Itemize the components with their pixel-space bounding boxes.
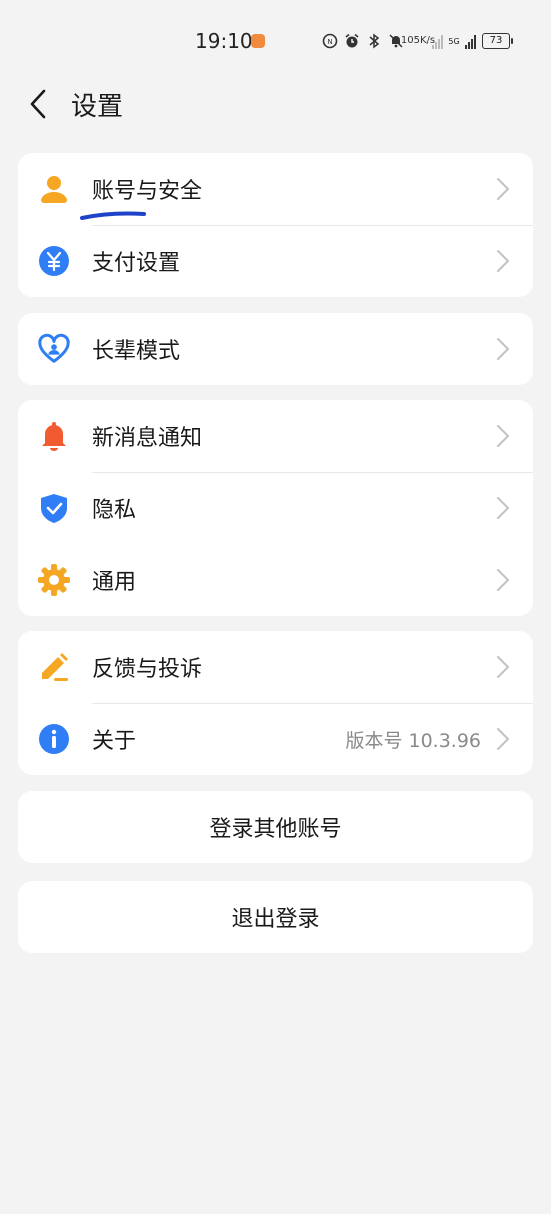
chevron-right-icon bbox=[497, 250, 509, 272]
edit-icon bbox=[38, 651, 70, 683]
settings-group-about: 反馈与投诉 关于 版本号 10.3.96 bbox=[18, 631, 533, 775]
chevron-right-icon bbox=[497, 569, 509, 591]
chevron-right-icon bbox=[497, 178, 509, 200]
yuan-icon bbox=[38, 245, 70, 277]
net-speed-value: 105 bbox=[400, 35, 420, 46]
settings-item-about[interactable]: 关于 版本号 10.3.96 bbox=[18, 703, 533, 775]
settings-item-label: 支付设置 bbox=[92, 251, 181, 276]
bell-icon bbox=[38, 420, 70, 452]
app-notification-icon bbox=[251, 34, 265, 48]
bluetooth-icon bbox=[366, 33, 382, 49]
handwritten-underline-mark bbox=[80, 211, 146, 220]
status-time: 19:10 bbox=[195, 29, 253, 53]
status-icons: N 105 K/s 5G 73 bbox=[322, 30, 513, 52]
nfc-icon: N bbox=[322, 33, 338, 49]
signal-wifi-icon bbox=[432, 33, 443, 49]
settings-item-label: 反馈与投诉 bbox=[92, 657, 203, 682]
settings-item-label: 隐私 bbox=[92, 498, 137, 523]
settings-item-label: 新消息通知 bbox=[92, 426, 203, 451]
settings-item-label: 关于 bbox=[92, 729, 137, 754]
settings-item-feedback[interactable]: 反馈与投诉 bbox=[18, 631, 533, 703]
signal-cellular-icon bbox=[465, 33, 476, 49]
network-type: 5G bbox=[448, 36, 460, 46]
settings-item-elder-mode[interactable]: 长辈模式 bbox=[18, 313, 533, 385]
chevron-right-icon bbox=[497, 656, 509, 678]
network-speed: 105 K/s bbox=[401, 33, 435, 49]
chevron-right-icon bbox=[497, 728, 509, 750]
status-bar: 19:10 N 105 K/s 5G 73 bbox=[0, 0, 551, 82]
chevron-right-icon bbox=[497, 338, 509, 360]
shield-icon bbox=[38, 492, 70, 524]
logout-button[interactable]: 退出登录 bbox=[18, 881, 533, 953]
user-icon bbox=[38, 173, 70, 205]
page-title: 设置 bbox=[71, 92, 124, 122]
back-button[interactable] bbox=[20, 84, 56, 124]
settings-group-general: 新消息通知 隐私 通用 bbox=[18, 400, 533, 616]
settings-item-privacy[interactable]: 隐私 bbox=[18, 472, 533, 544]
settings-item-label: 通用 bbox=[92, 570, 137, 595]
alarm-icon bbox=[344, 33, 360, 49]
info-icon bbox=[38, 723, 70, 755]
version-number: 版本号 10.3.96 bbox=[345, 729, 481, 752]
chevron-left-icon bbox=[30, 89, 46, 119]
settings-item-notifications[interactable]: 新消息通知 bbox=[18, 400, 533, 472]
settings-item-label: 账号与安全 bbox=[92, 179, 203, 204]
gear-icon bbox=[38, 564, 70, 596]
header: 设置 bbox=[0, 82, 551, 126]
chevron-right-icon bbox=[497, 425, 509, 447]
chevron-right-icon bbox=[497, 497, 509, 519]
switch-account-button[interactable]: 登录其他账号 bbox=[18, 791, 533, 863]
settings-item-general[interactable]: 通用 bbox=[18, 544, 533, 616]
settings-item-label: 长辈模式 bbox=[92, 339, 181, 364]
settings-item-payment[interactable]: 支付设置 bbox=[18, 225, 533, 297]
settings-group-account: 账号与安全 支付设置 bbox=[18, 153, 533, 297]
svg-text:N: N bbox=[327, 38, 332, 46]
battery-icon: 73 bbox=[482, 33, 513, 49]
heart-care-icon bbox=[38, 333, 70, 365]
settings-group-elder: 长辈模式 bbox=[18, 313, 533, 385]
